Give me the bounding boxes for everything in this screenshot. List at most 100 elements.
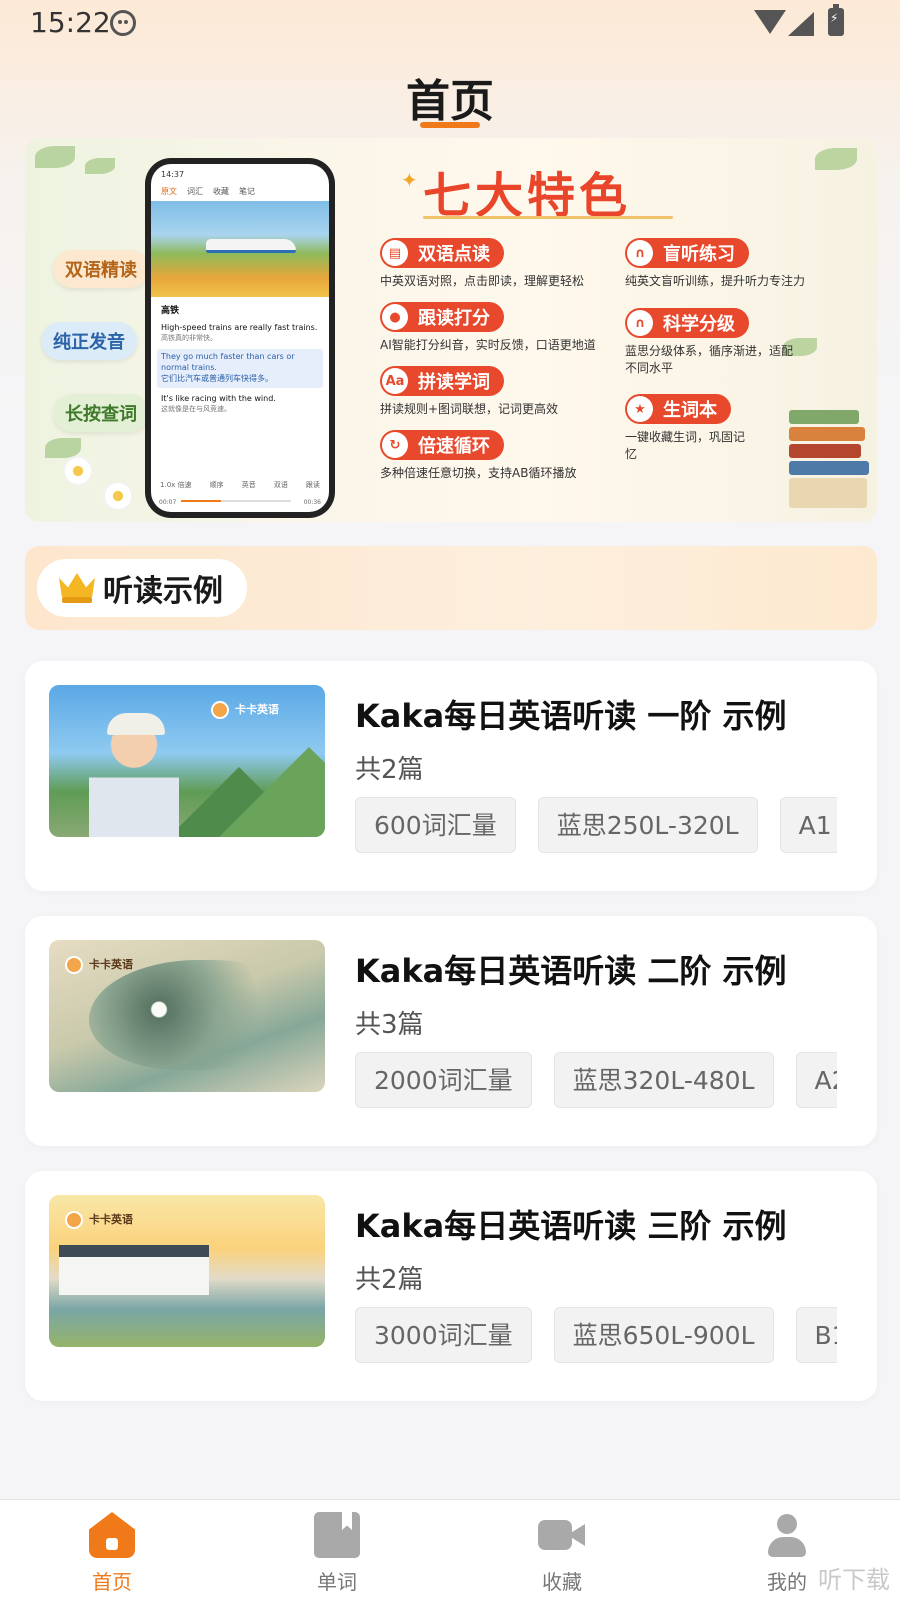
girl-illustration (89, 705, 179, 837)
feature-title: 倍速循环 (418, 436, 490, 457)
course-card[interactable]: 卡卡英语 Kaka每日英语听读 三阶 示例 共2篇 3000词汇量 蓝思650L-… (25, 1171, 877, 1401)
tag-lexile: 蓝思320L-480L (553, 1052, 774, 1108)
course-tags: 3000词汇量蓝思650L-900L B1 (355, 1307, 837, 1363)
course-card[interactable]: 卡卡英语 Kaka每日英语听读 二阶 示例 共3篇 2000词汇量 蓝思320L-… (25, 916, 877, 1146)
feature-item: Aa 拼读学词 拼读规则+图词联想，记词更高效 (380, 366, 620, 418)
flower-decoration (105, 483, 131, 509)
train-illustration (206, 239, 296, 253)
thumbnail-logo: 卡卡英语 (211, 701, 311, 723)
page-title: 首页 (406, 76, 494, 127)
feature-desc: 中英双语对照，点击即读，理解更轻松 (380, 274, 585, 288)
tag-lexile: 蓝思650L-900L (553, 1307, 774, 1363)
phone-reading-text: 高铁 High-speed trains are really fast tra… (151, 297, 329, 422)
course-title: Kaka每日英语听读 三阶 示例 (355, 1207, 787, 1245)
feature-item: ↻ 倍速循环 多种倍速任意切换，支持AB循环播放 (380, 430, 620, 482)
tab-label: 单词 (317, 1570, 357, 1594)
course-thumbnail: 卡卡英语 (49, 685, 325, 837)
course-thumbnail: 卡卡英语 (49, 940, 325, 1092)
headphones-icon: ∩ (627, 240, 653, 266)
tag-vocabulary: 2000词汇量 (355, 1052, 532, 1108)
thumbnail-logo: 卡卡英语 (65, 1211, 165, 1233)
bookmark-book-icon (314, 1512, 360, 1558)
leaf-decoration (815, 148, 857, 170)
phone-line-en: It's like racing with the wind. (161, 393, 276, 403)
feature-item: ∩ 盲听练习 纯英文盲听训练，提升听力专注力 (625, 238, 845, 290)
course-title: Kaka每日英语听读 一阶 示例 (355, 697, 787, 735)
phone-controls: 1.0x 倍速 顺序 英音 双语 跟读 (151, 480, 329, 490)
village-illustration (59, 1245, 209, 1295)
tab-favorites[interactable]: 收藏 (502, 1512, 622, 1595)
bottom-tab-bar: 首页 单词 收藏 我的 (0, 1499, 900, 1600)
leaf-decoration (35, 146, 75, 168)
flower-decoration (65, 458, 91, 484)
feature-banner[interactable]: 双语精读 纯正发音 长按查词 14:37 原文 词汇 收藏 笔记 高铁 High… (25, 138, 877, 522)
mic-icon: ● (382, 304, 408, 330)
phone-time-end: 00:36 (303, 499, 321, 506)
signal-icon (788, 12, 814, 36)
section-title: 听读示例 (103, 574, 223, 609)
thumbnail-logo: 卡卡英语 (65, 956, 165, 978)
phone-progress-bar (181, 500, 291, 502)
leaf-decoration (45, 438, 81, 458)
features-title-underline (423, 216, 673, 219)
phone-control: 1.0x 倍速 (160, 481, 192, 489)
phone-highlight: They go much faster than cars or normal … (157, 349, 323, 388)
feature-item: ● 跟读打分 AI智能打分纠音，实时反馈，口语更地道 (380, 302, 620, 354)
course-tags: 2000词汇量蓝思320L-480L A2 (355, 1052, 837, 1108)
feature-desc: AI智能打分纠音，实时反馈，口语更地道 (380, 338, 596, 352)
mountain-illustration (219, 747, 325, 837)
feature-item: ∩ 科学分级 蓝思分级体系，循序渐进，适配不同水平 (625, 308, 795, 378)
phone-tab: 原文 (161, 187, 177, 196)
phone-time-start: 00:07 (159, 499, 177, 506)
course-tags: 600词汇量 蓝思250L-320L A1 (355, 797, 837, 853)
watermark: 听下载 (818, 1566, 890, 1594)
course-title: Kaka每日英语听读 二阶 示例 (355, 952, 787, 990)
home-icon (89, 1512, 135, 1558)
side-label-bilingual: 双语精读 (53, 250, 149, 288)
side-label-pronunciation: 纯正发音 (41, 322, 137, 360)
course-count: 共3篇 (355, 1010, 424, 1040)
phone-screen: 14:37 原文 词汇 收藏 笔记 高铁 High-speed trains a… (151, 164, 329, 512)
status-time: 15:22 (30, 6, 111, 39)
feature-desc: 纯英文盲听训练，提升听力专注力 (625, 274, 806, 288)
tag-vocabulary: 3000词汇量 (355, 1307, 532, 1363)
phone-tab: 收藏 (213, 187, 229, 196)
phone-control: 跟读 (305, 481, 320, 489)
crown-icon (59, 573, 95, 603)
course-count: 共2篇 (355, 1265, 424, 1295)
feature-desc: 多种倍速任意切换，支持AB循环播放 (380, 466, 577, 480)
tag-level: B1 (795, 1307, 837, 1363)
section-pill: 听读示例 (37, 559, 247, 617)
section-header: 听读示例 (25, 546, 877, 630)
tab-label: 首页 (92, 1570, 132, 1594)
tag-lexile: 蓝思250L-320L (537, 797, 758, 853)
feature-desc: 拼读规则+图词联想，记词更高效 (380, 402, 559, 416)
feature-title: 盲听练习 (663, 244, 735, 265)
phone-line-cn: 这就像是在与风竞速。 (161, 404, 231, 413)
feature-item: ▤ 双语点读 中英双语对照，点击即读，理解更轻松 (380, 238, 620, 290)
title-underline (420, 122, 480, 128)
phone-train-image (151, 201, 329, 297)
tab-words[interactable]: 单词 (277, 1512, 397, 1595)
logo-text: 卡卡英语 (235, 703, 279, 716)
side-label-lookup: 长按查词 (53, 394, 149, 432)
course-count: 共2篇 (355, 755, 424, 785)
feature-title: 拼读学词 (418, 372, 490, 393)
phone-status-time: 14:37 (161, 170, 185, 179)
bookmark-icon: ★ (627, 396, 653, 422)
user-icon (764, 1512, 810, 1558)
wifi-icon (754, 10, 786, 34)
headphones-icon: ∩ (627, 310, 653, 336)
phone-line-en: High-speed trains are really fast trains… (161, 323, 318, 333)
feature-desc: 一键收藏生词，巩固记忆 (625, 430, 746, 462)
tab-home[interactable]: 首页 (52, 1512, 172, 1595)
status-bar: 15:22 (0, 0, 900, 50)
logo-text: 卡卡英语 (89, 958, 133, 971)
course-thumbnail: 卡卡英语 (49, 1195, 325, 1347)
feature-title: 双语点读 (418, 244, 490, 265)
books-illustration (789, 407, 869, 508)
logo-avatar-icon (211, 701, 229, 719)
course-card[interactable]: 卡卡英语 Kaka每日英语听读 一阶 示例 共2篇 600词汇量 蓝思250L-3… (25, 661, 877, 891)
loop-icon: ↻ (382, 432, 408, 458)
phone-tab: 词汇 (187, 187, 203, 196)
